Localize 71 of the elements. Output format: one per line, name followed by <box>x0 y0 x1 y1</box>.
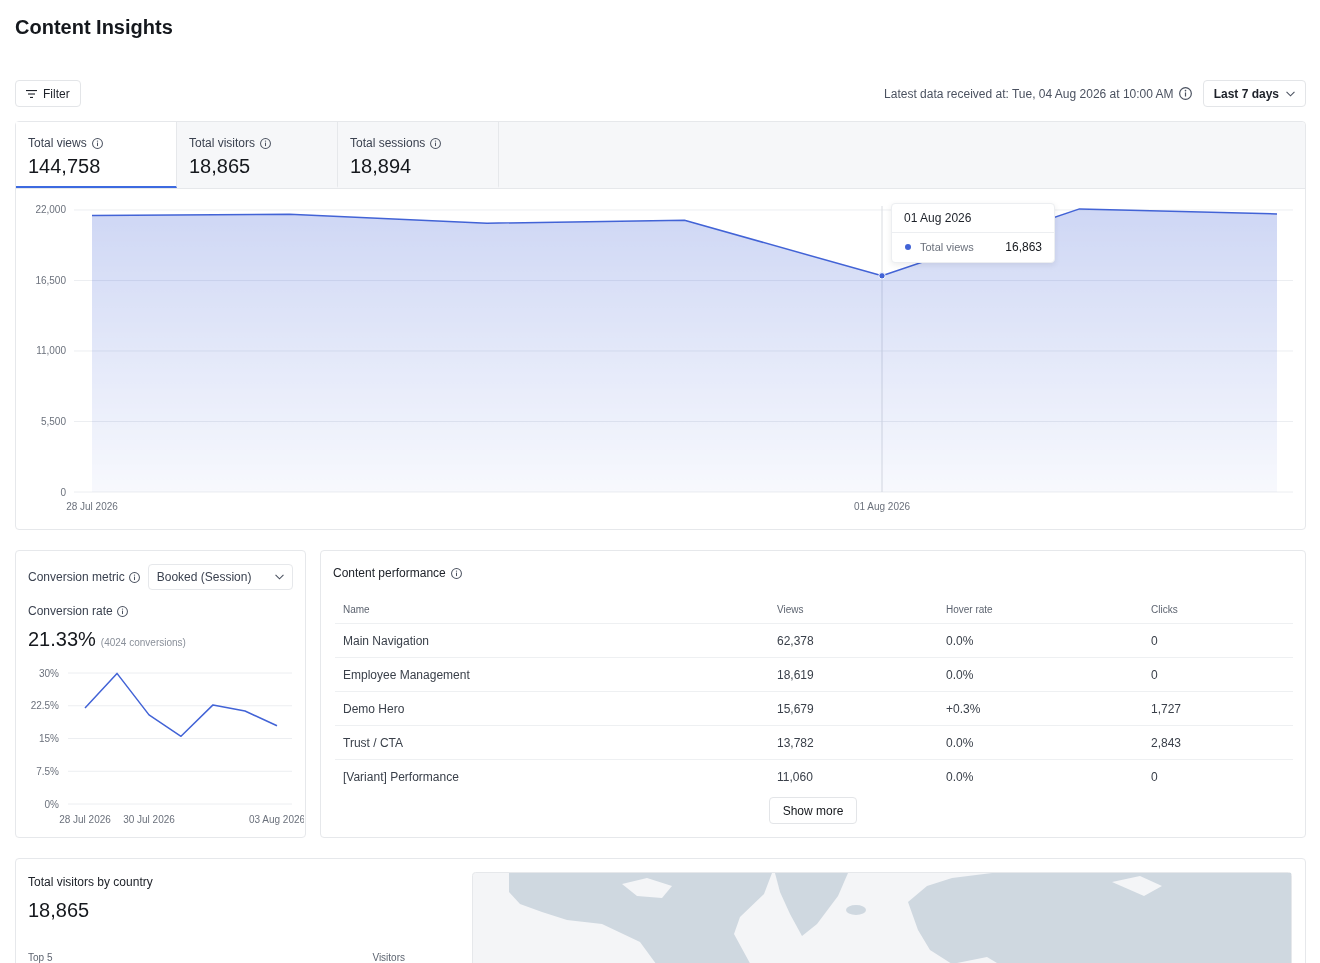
table-cell-text: 0 <box>1150 769 1159 784</box>
info-icon <box>128 571 140 583</box>
table-cell-text: 62,378 <box>776 633 815 648</box>
column-header: Clicks <box>1150 603 1179 615</box>
table-cell-text: 0 <box>1150 633 1159 648</box>
metric-label: Conversion rate <box>28 603 113 619</box>
y-axis-label: 15% <box>39 733 59 744</box>
metric-tab[interactable]: Total sessions 18,894 <box>338 122 499 188</box>
table-cell-text: [Variant] Performance <box>342 769 460 784</box>
table-cell-text: 0.0% <box>945 735 975 750</box>
column-header: Name <box>342 603 371 615</box>
conversion-metric-dropdown[interactable]: Booked (Session) <box>147 564 293 590</box>
x-axis-label: 30 Jul 2026 <box>123 814 175 825</box>
tooltip-series-name: Total views <box>920 240 974 254</box>
y-axis-label: 0% <box>44 798 59 810</box>
table-cell-text: +0.3% <box>945 701 982 716</box>
table-cell-text: Demo Hero <box>342 701 406 716</box>
y-axis-label: 16,500 <box>35 274 66 286</box>
page-title: Content Insights <box>15 15 173 39</box>
table-cell-text: 2,843 <box>1150 735 1183 750</box>
info-icon <box>1178 87 1192 100</box>
table-cell-text: 0.0% <box>945 633 975 648</box>
info-icon <box>430 137 442 149</box>
y-axis-label: 22.5% <box>30 700 59 712</box>
table-cell-text: 13,782 <box>776 735 815 750</box>
card-title: Total visitors by country <box>28 874 153 890</box>
filter-icon <box>26 89 37 98</box>
y-axis-label: 5,500 <box>40 416 66 427</box>
x-axis-label: 28 Jul 2026 <box>66 501 118 512</box>
visitors-total: 18,865 <box>28 898 90 922</box>
y-axis-label: 30% <box>39 667 59 679</box>
x-axis-label: 28 Jul 2026 <box>59 814 111 825</box>
column-header: Hover rate <box>945 603 994 615</box>
info-icon <box>260 137 272 149</box>
table-cell-text: Main Navigation <box>342 633 431 648</box>
tooltip-date: 01 Aug 2026 <box>904 211 972 225</box>
table-cell-text: 0.0% <box>945 769 975 784</box>
field-label: Conversion metric <box>28 569 125 585</box>
table-cell-text: 15,679 <box>776 701 815 716</box>
conversion-count: (4024 conversions) <box>100 637 186 648</box>
table-cell-text: Trust / CTA <box>342 735 404 750</box>
column-header: Visitors <box>372 951 405 963</box>
y-axis-label: 7.5% <box>36 765 59 777</box>
x-axis-label: 03 Aug 2026 <box>248 814 304 825</box>
table-cell-text: Employee Management <box>342 667 471 682</box>
show-more-button[interactable]: Show more <box>768 797 858 824</box>
metric-tab[interactable]: Total views 144,758 <box>16 122 177 188</box>
table-cell-text: 11,060 <box>776 769 814 784</box>
info-icon <box>91 137 103 149</box>
y-axis-label: 22,000 <box>35 204 66 216</box>
conversion-rate-value: 21.33% <box>28 627 96 651</box>
card-title: Content performance <box>333 565 446 581</box>
table-cell-text: 0.0% <box>945 667 975 682</box>
table-cell-text: 1,727 <box>1150 701 1183 716</box>
filter-button[interactable]: Filter <box>15 80 81 107</box>
info-icon <box>116 605 128 617</box>
column-header: Top 5 <box>28 951 53 963</box>
info-icon <box>450 567 462 579</box>
chevron-down-icon <box>1286 90 1295 97</box>
table-cell-text: 18,619 <box>776 667 815 682</box>
y-axis-label: 0 <box>60 486 66 498</box>
data-point-marker <box>878 272 886 280</box>
column-header: Views <box>776 603 805 615</box>
table-cell-text: 0 <box>1150 667 1159 682</box>
y-axis-label: 11,000 <box>36 345 66 357</box>
metric-tab[interactable]: Total visitors 18,865 <box>177 122 338 188</box>
date-range-dropdown[interactable]: Last 7 days <box>1202 80 1306 107</box>
latest-data-text: Latest data received at: Tue, 04 Aug 2026 at 10:00 AM <box>884 86 1174 101</box>
x-axis-label: 01 Aug 2026 <box>853 501 911 512</box>
chevron-down-icon <box>275 574 284 580</box>
tooltip-value: 16,863 <box>1005 240 1042 254</box>
